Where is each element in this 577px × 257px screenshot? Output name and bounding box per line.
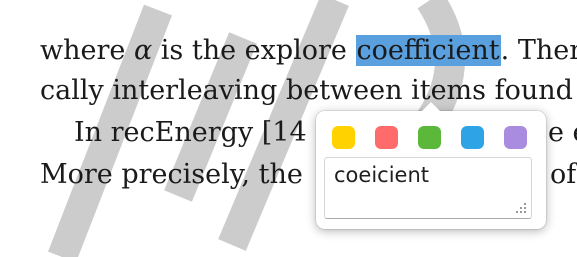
note-text-value[interactable]: coeicient bbox=[334, 163, 429, 187]
text-segment: In recEnergy [14 bbox=[74, 117, 307, 148]
text-segment: cally interleaving between items found bbox=[40, 75, 573, 106]
text-segment: where bbox=[40, 35, 134, 66]
highlighted-text[interactable]: coefficient bbox=[355, 35, 501, 66]
text-segment: of bbox=[550, 159, 577, 190]
text-line-2: cally interleaving between items found bbox=[40, 76, 573, 106]
text-segment: . Ther bbox=[500, 35, 577, 66]
resize-grip-icon[interactable] bbox=[514, 201, 528, 215]
color-swatch-red[interactable] bbox=[375, 126, 398, 149]
text-segment: More precisely, the bbox=[40, 159, 303, 190]
color-swatch-yellow[interactable] bbox=[332, 126, 355, 149]
text-line-3: In recEnergy [14 bbox=[74, 118, 307, 148]
text-segment: is the explore bbox=[152, 35, 356, 66]
note-textarea[interactable]: coeicient bbox=[324, 157, 532, 219]
annotation-popup: coeicient bbox=[316, 102, 546, 229]
text-segment: e e bbox=[548, 117, 577, 148]
document-page: where α is the explore coefficient. Ther… bbox=[0, 0, 577, 257]
math-symbol-alpha: α bbox=[133, 35, 153, 66]
text-line-3-tail: e e bbox=[548, 118, 577, 148]
color-swatch-row bbox=[332, 126, 527, 149]
text-line-1: where α is the explore coefficient. Ther bbox=[40, 35, 577, 66]
color-swatch-blue[interactable] bbox=[461, 126, 484, 149]
text-line-4-tail: of bbox=[550, 160, 576, 190]
color-swatch-purple[interactable] bbox=[504, 126, 527, 149]
text-line-4: More precisely, the bbox=[40, 160, 303, 190]
popup-pointer bbox=[422, 102, 440, 111]
color-swatch-green[interactable] bbox=[418, 126, 441, 149]
